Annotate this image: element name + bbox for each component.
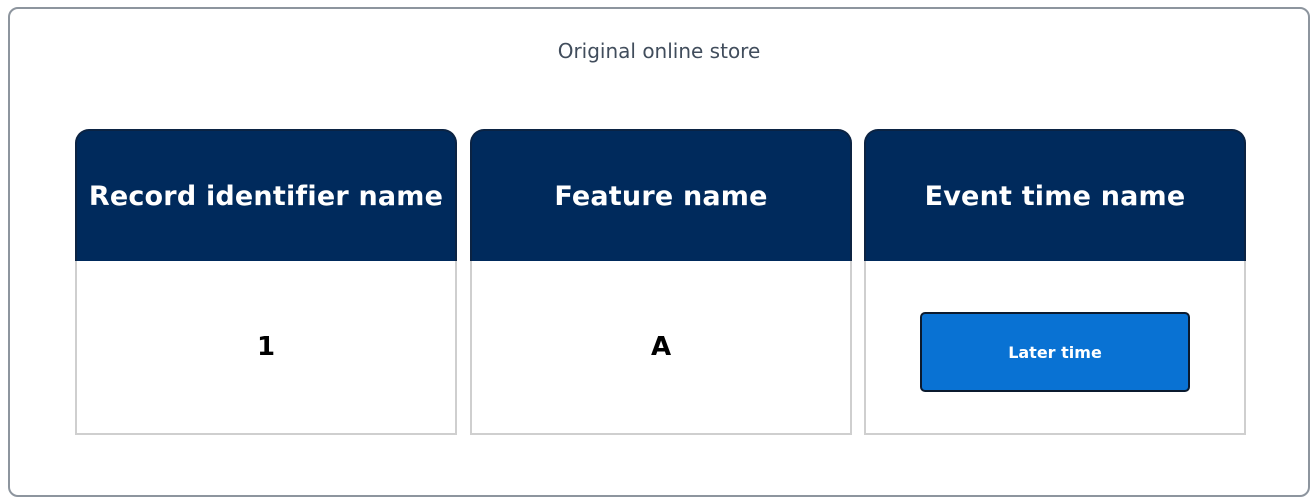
column-header-record-identifier: Record identifier name xyxy=(75,129,457,261)
record-identifier-column: Record identifier name 1 xyxy=(75,129,457,435)
column-header-event-time: Event time name xyxy=(864,129,1246,261)
feature-value: A xyxy=(650,332,672,362)
event-time-column: Event time name Later time xyxy=(864,129,1246,435)
panel-title: Original online store xyxy=(557,39,761,63)
column-cell-feature: A xyxy=(470,261,852,435)
feature-column: Feature name A xyxy=(470,129,852,435)
record-identifier-value: 1 xyxy=(256,332,276,362)
column-cell-record-identifier: 1 xyxy=(75,261,457,435)
later-time-button[interactable]: Later time xyxy=(920,312,1190,392)
column-header-feature: Feature name xyxy=(470,129,852,261)
column-cell-event-time: Later time xyxy=(864,261,1246,435)
